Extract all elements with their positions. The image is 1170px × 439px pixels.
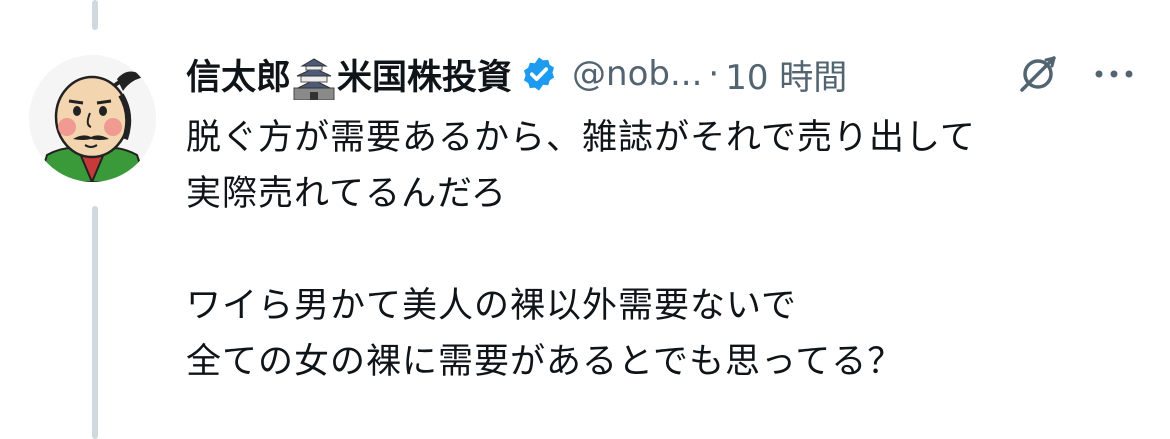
separator-dot: · [708,54,720,94]
tweet[interactable]: 信太郎 米国株投資 @nob... · 10 時間 脱ぐ方が需要あるから、雑誌が… [186,48,1146,390]
display-name[interactable]: 信太郎 米国株投資 [186,49,512,100]
tweet-text: 脱ぐ方が需要あるから、雑誌がそれで売り出して 実際売れてるんだろ ワイら男かて美… [186,110,1146,390]
tweet-text-line: 脱ぐ方が需要あるから、雑誌がそれで売り出して [186,118,976,158]
thread-line-bottom [92,206,98,439]
verified-badge-icon [523,57,555,91]
timestamp[interactable]: 10 時間 [725,50,847,99]
tweet-text-line: 実際売れてるんだろ [186,174,507,214]
display-name-part1: 信太郎 [186,57,292,98]
user-handle[interactable]: @nob... [572,54,702,94]
grok-icon[interactable] [1016,52,1060,96]
avatar[interactable] [29,55,156,182]
castle-icon [293,57,335,100]
more-icon[interactable] [1091,52,1137,96]
tweet-text-line: ワイら男かて美人の裸以外需要ないで [186,286,797,326]
tweet-text-line: 全ての女の裸に需要があるとでも思ってる？ [186,342,904,382]
display-name-part2: 米国株投資 [337,57,513,98]
thread-line-top [92,0,98,30]
tweet-header: 信太郎 米国株投資 @nob... · 10 時間 [186,48,1146,100]
